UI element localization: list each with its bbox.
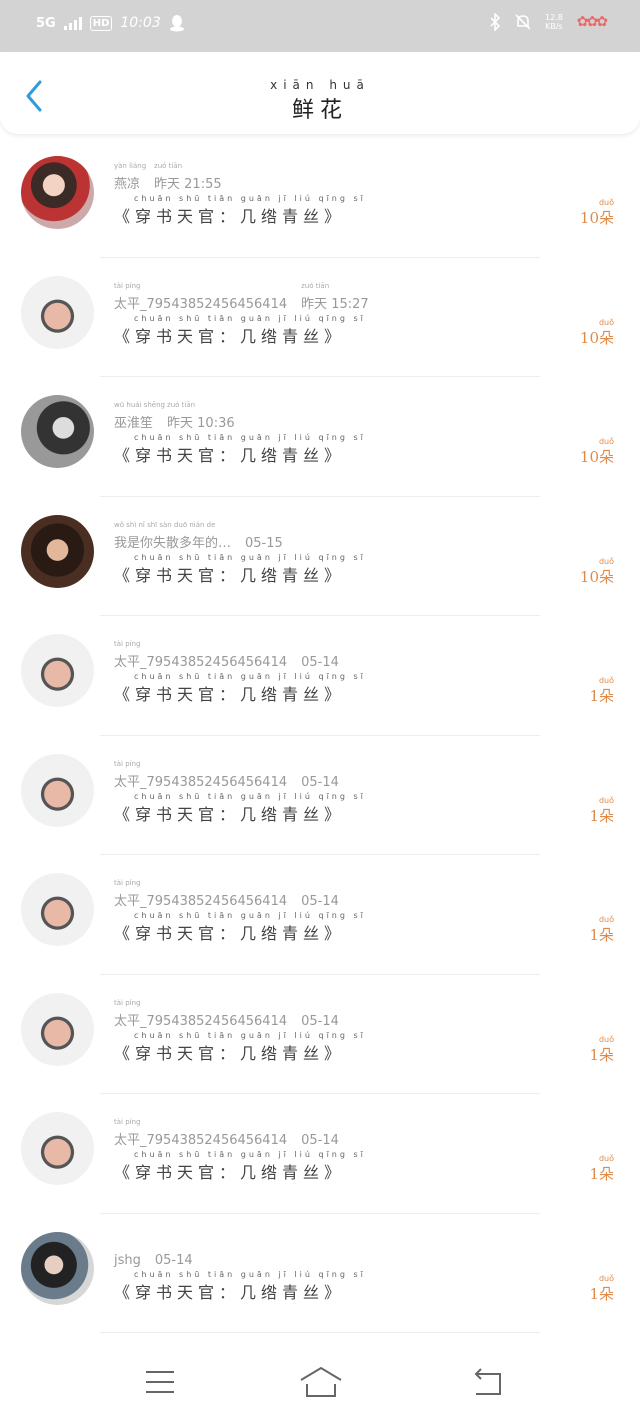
home-icon[interactable] [298, 1362, 344, 1402]
send-time: 05-15 [245, 535, 283, 551]
book-title: chuān shū tiān guān jī liú qīng sī 《穿书天官… [114, 1030, 366, 1063]
menu-icon[interactable] [140, 1362, 180, 1402]
sender-name[interactable]: tài píng 太平_79543852456456414 [114, 1118, 287, 1148]
avatar[interactable] [21, 395, 94, 468]
list-item[interactable]: tài píng 太平_79543852456456414 05-14 chuān… [0, 855, 640, 975]
list-item[interactable]: tài píng 太平_79543852456456414 05-14 chuān… [0, 1094, 640, 1214]
avatar[interactable] [21, 514, 94, 588]
sender-name[interactable]: wǒ shì nǐ shī sàn duō nián de 我是你失散多年的… [114, 521, 231, 551]
avatar[interactable] [21, 1112, 94, 1185]
send-time: zuó tiān 昨天 10:36 [167, 401, 235, 431]
flower-decoration-icon: ✿✿✿ [576, 14, 608, 30]
bell-off-icon [515, 14, 531, 30]
send-time: 05-14 [301, 655, 339, 670]
divider [100, 1332, 540, 1333]
send-time: 05-14 [301, 894, 339, 909]
list-item[interactable]: yàn liáng 燕凉 zuó tiān 昨天 21:55 chuān shū t… [0, 138, 640, 258]
send-time: zuó tiān 昨天 15:27 [301, 281, 369, 312]
book-title: chuān shū tiān guān jī liú qīng sī 《穿书天官… [114, 911, 366, 943]
list-item[interactable]: tài píng 太平_79543852456456414 05-14 chuān… [0, 616, 640, 736]
list-item[interactable]: tài píng 太平_79543852456456414 05-14 chuān… [0, 736, 640, 855]
send-time: zuó tiān 昨天 21:55 [154, 162, 222, 192]
bluetooth-icon [490, 13, 501, 31]
network-speed: 12.8 KB/s [544, 13, 563, 31]
system-navigation-bar [0, 1340, 640, 1422]
list-item[interactable]: jshg 05-14 chuān shū tiān guān jī liú qī… [0, 1214, 640, 1333]
avatar[interactable] [21, 992, 94, 1066]
flower-count: duǒ 10朵 [579, 556, 614, 586]
book-title: chuān shū tiān guān jī liú qīng sī 《穿书天官… [114, 672, 366, 704]
avatar[interactable] [21, 634, 94, 707]
page-title-pinyin: xiān huā [270, 78, 370, 92]
list-item[interactable]: wǒ shì nǐ shī sàn duō nián de 我是你失散多年的… 0… [0, 497, 640, 616]
flower-count: duǒ 10朵 [579, 317, 614, 347]
sender-name[interactable]: tài píng 太平_7954385245645641​4 [114, 282, 287, 312]
network-type: 5G [36, 15, 56, 31]
avatar[interactable] [21, 753, 94, 827]
flower-count: duǒ 1朵 [589, 1273, 614, 1303]
hd-badge: HD [89, 15, 113, 31]
book-title: chuān shū tiān guān jī liú qīng sī 《穿书天官… [114, 1269, 366, 1302]
list-item[interactable]: wū huái shēng 巫淮笙 zuó tiān 昨天 10:36 chuān … [0, 377, 640, 497]
book-title: chuān shū tiān guān jī liú qīng sī 《穿书天官… [114, 791, 366, 824]
status-bar: 5G HD 10:03 12.8 KB/s ✿✿✿ [0, 0, 640, 52]
back-icon[interactable] [468, 1362, 508, 1402]
sender-name[interactable]: tài píng 太平_79543852456456414 [114, 999, 287, 1029]
qq-icon [169, 15, 184, 32]
status-left: 5G HD 10:03 [36, 14, 185, 32]
flower-count: duǒ 1朵 [589, 915, 614, 944]
sender-name[interactable]: yàn liáng 燕凉 [114, 162, 146, 192]
book-title: chuān shū tiān guān jī liú qīng sī 《穿书天官… [114, 1150, 366, 1182]
signal-icon [63, 16, 82, 30]
flower-count: duǒ 10朵 [579, 198, 614, 227]
flower-gift-list: yàn liáng 燕凉 zuó tiān 昨天 21:55 chuān shū t… [0, 138, 640, 1333]
book-title: chuān shū tiān guān jī liú qīng sī 《穿书天官… [114, 433, 366, 465]
sender-name[interactable]: jshg [114, 1253, 141, 1268]
sender-name[interactable]: tài píng 太平_79543852456456414 [114, 879, 287, 909]
list-item[interactable]: tài píng 太平_79543852456456414 05-14 chuān… [0, 975, 640, 1094]
page-title-wrap: xiān huā 鲜花 [0, 78, 640, 124]
send-time: 05-14 [301, 774, 339, 790]
flower-count: duǒ 10朵 [579, 437, 614, 466]
send-time: 05-14 [301, 1013, 339, 1029]
flower-count: duǒ 1朵 [589, 676, 614, 705]
status-time: 10:03 [120, 15, 161, 31]
avatar[interactable] [21, 275, 94, 349]
flower-count: duǒ 1朵 [589, 1154, 614, 1183]
sender-name[interactable]: tài píng 太平_79543852456456414 [114, 640, 287, 670]
avatar[interactable] [21, 1231, 94, 1305]
avatar[interactable] [21, 873, 94, 946]
book-title: chuān shū tiān guān jī liú qīng sī 《穿书天官… [114, 194, 366, 226]
book-title: chuān shū tiān guān jī liú qīng sī 《穿书天官… [114, 552, 366, 585]
page-title: 鲜花 [291, 98, 348, 123]
sender-name[interactable]: tài píng 太平_79543852456456414 [114, 760, 287, 790]
book-title: chuān shū tiān guān jī liú qīng sī 《穿书天官… [114, 313, 366, 346]
flower-count: duǒ 1朵 [589, 1034, 614, 1064]
header: xiān huā 鲜花 [0, 54, 640, 134]
avatar[interactable] [21, 156, 94, 229]
send-time: 05-14 [154, 1252, 193, 1268]
send-time: 05-14 [301, 1133, 339, 1148]
sender-name[interactable]: wū huái shēng 巫淮笙 [114, 401, 165, 431]
flower-count: duǒ 1朵 [589, 795, 614, 825]
status-right: 12.8 KB/s ✿✿✿ [489, 13, 608, 31]
list-item[interactable]: tài píng 太平_7954385245645641​4 zuó tiān 昨天… [0, 258, 640, 377]
